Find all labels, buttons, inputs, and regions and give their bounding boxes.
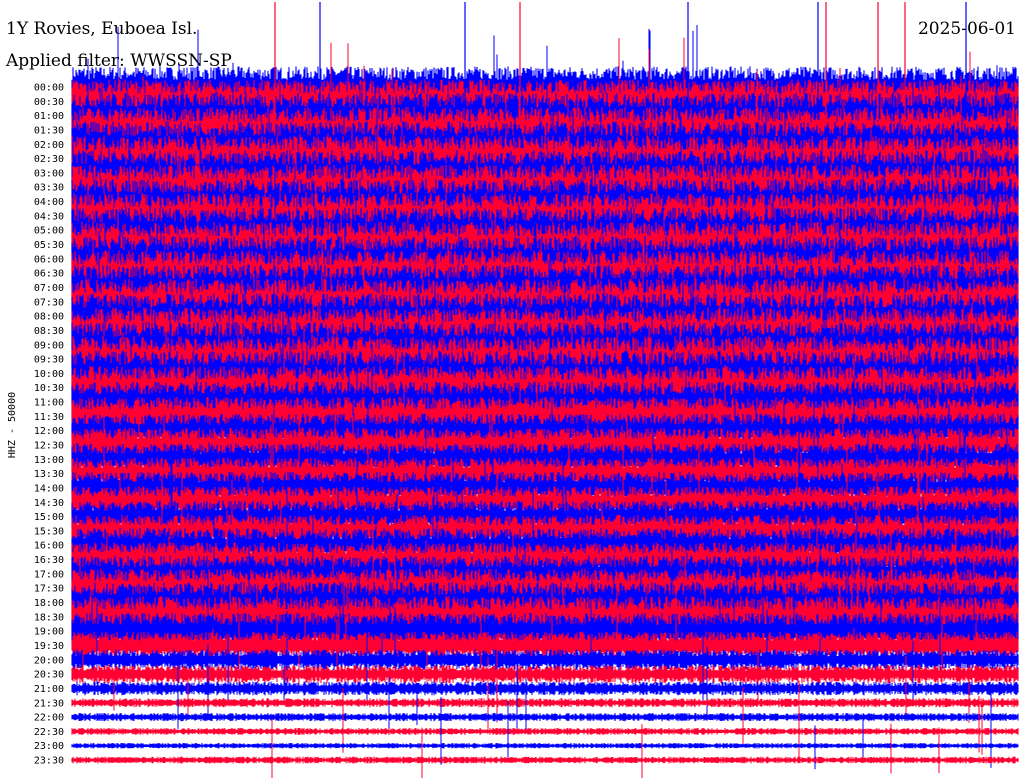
time-label: 09:00	[34, 340, 64, 351]
time-label: 00:30	[34, 97, 64, 108]
time-label: 09:30	[34, 355, 64, 366]
time-label: 19:00	[34, 627, 64, 638]
time-label: 18:30	[34, 612, 64, 623]
y-axis-label: HHZ - 50000	[7, 392, 18, 458]
time-label: 02:00	[34, 140, 64, 151]
time-label: 07:30	[34, 297, 64, 308]
time-label: 22:00	[34, 713, 64, 724]
time-label: 01:00	[34, 111, 64, 122]
trace-row	[71, 713, 1019, 722]
time-label: 15:00	[34, 512, 64, 523]
time-label: 07:00	[34, 283, 64, 294]
time-label: 03:00	[34, 168, 64, 179]
time-label: 12:00	[34, 426, 64, 437]
time-label: 17:00	[34, 569, 64, 580]
time-label: 21:00	[34, 684, 64, 695]
trace-group	[71, 2, 1019, 778]
time-label: 05:00	[34, 226, 64, 237]
time-label: 10:00	[34, 369, 64, 380]
time-label: 15:30	[34, 526, 64, 537]
time-label: 03:30	[34, 183, 64, 194]
time-label: 04:30	[34, 211, 64, 222]
trace-row	[71, 698, 1019, 708]
time-label-group: 00:00 00:30 01:00 01:30 02:00 02:30 03:00 03:30…	[34, 83, 64, 767]
time-label: 13:30	[34, 469, 64, 480]
trace-spikes	[177, 654, 527, 735]
time-label: 23:00	[34, 741, 64, 752]
trace-row	[71, 665, 1019, 684]
time-label: 06:00	[34, 254, 64, 265]
trace-row	[71, 756, 1019, 764]
time-label: 20:30	[34, 670, 64, 681]
time-label: 11:00	[34, 398, 64, 409]
time-label: 00:00	[34, 83, 64, 94]
time-label: 12:30	[34, 441, 64, 452]
time-label: 23:30	[34, 756, 64, 767]
time-label: 02:30	[34, 154, 64, 165]
trace-row	[71, 681, 1019, 696]
time-label: 14:30	[34, 498, 64, 509]
time-label: 13:00	[34, 455, 64, 466]
time-label: 08:00	[34, 312, 64, 323]
time-label: 04:00	[34, 197, 64, 208]
time-label: 05:30	[34, 240, 64, 251]
time-label: 16:30	[34, 555, 64, 566]
time-label: 18:00	[34, 598, 64, 609]
time-label: 10:30	[34, 383, 64, 394]
time-label: 01:30	[34, 125, 64, 136]
time-label: 08:30	[34, 326, 64, 337]
trace-spikes	[271, 718, 940, 778]
time-label: 22:30	[34, 727, 64, 738]
trace-row	[71, 728, 1019, 735]
time-label: 21:30	[34, 698, 64, 709]
time-label: 20:00	[34, 655, 64, 666]
time-label: 17:30	[34, 584, 64, 595]
trace-row	[71, 743, 1019, 749]
time-label: 14:00	[34, 483, 64, 494]
time-label: 16:00	[34, 541, 64, 552]
time-label: 06:30	[34, 269, 64, 280]
time-label: 11:30	[34, 412, 64, 423]
helicorder-plot: 00:00 00:30 01:00 01:30 02:00 02:30 03:00 03:30…	[7, 2, 1019, 778]
time-label: 19:30	[34, 641, 64, 652]
